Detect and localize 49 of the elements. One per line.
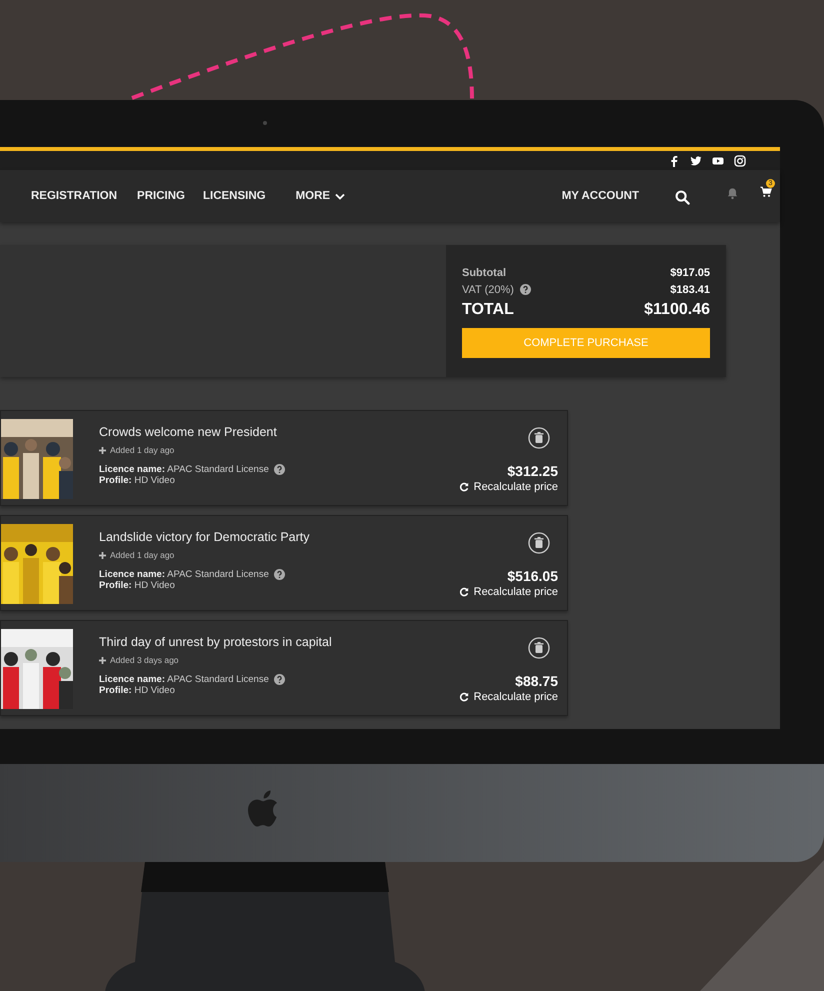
profile-text: Profile: HD Video xyxy=(99,685,176,696)
subtotal-label: Subtotal xyxy=(462,266,506,278)
plus-icon xyxy=(99,446,106,454)
item-price: $516.05 xyxy=(507,568,558,584)
item-title: Third day of unrest by protestors in capital xyxy=(99,635,333,649)
item-title: Landslide victory for Democratic Party xyxy=(99,530,310,544)
recalculate-link[interactable]: Recalculate price xyxy=(458,481,558,493)
item-title: Crowds welcome new President xyxy=(99,425,278,439)
nav-link[interactable]: MORE xyxy=(296,190,346,202)
help-icon[interactable] xyxy=(274,674,285,685)
nav-link[interactable]: PRICING xyxy=(137,190,185,202)
nav-link[interactable]: REGISTRATION xyxy=(31,190,118,202)
refresh-icon xyxy=(458,692,469,702)
profile-text: Profile: HD Video xyxy=(99,475,176,486)
camera-outline-icon xyxy=(734,154,746,166)
total-label: TOTAL xyxy=(462,301,514,319)
subtotal-value: $917.05 xyxy=(670,266,710,278)
cart-icon[interactable] xyxy=(760,186,772,198)
total-value: $1100.46 xyxy=(644,301,710,319)
help-icon[interactable] xyxy=(274,464,285,475)
help-icon[interactable] xyxy=(520,284,531,295)
nav-link[interactable]: LICENSING xyxy=(202,190,266,202)
item-price: $312.25 xyxy=(507,463,558,479)
vat-label: VAT (20%) xyxy=(462,284,514,296)
added-time: Added 3 days ago xyxy=(110,655,179,665)
recalculate-link[interactable]: Recalculate price xyxy=(458,586,558,598)
twitter-icon xyxy=(690,154,702,166)
video-play-icon xyxy=(712,154,724,166)
trash-icon[interactable] xyxy=(528,637,550,659)
camera-icon xyxy=(263,121,267,125)
profile-text: Profile: HD Video xyxy=(99,580,176,591)
item-price: $88.75 xyxy=(515,673,558,689)
licence-name: Licence name: APAC Standard License xyxy=(99,569,269,580)
vat-value: $183.41 xyxy=(670,284,710,296)
added-time: Added 1 day ago xyxy=(110,445,174,455)
plus-icon xyxy=(99,656,106,664)
plus-icon xyxy=(99,552,106,558)
recalculate-link[interactable]: Recalculate price xyxy=(458,691,558,703)
added-time: Added 1 day ago xyxy=(110,550,174,560)
refresh-icon xyxy=(458,587,469,597)
search-icon[interactable] xyxy=(675,190,690,204)
trash-icon[interactable] xyxy=(528,532,550,554)
licence-name: Licence name: APAC Standard License xyxy=(99,674,269,685)
refresh-icon xyxy=(458,482,469,492)
account-link[interactable]: MY ACCOUNT xyxy=(562,190,639,202)
bell-icon[interactable] xyxy=(726,186,739,200)
trash-icon[interactable] xyxy=(528,427,550,449)
help-icon[interactable] xyxy=(274,569,285,580)
licence-name: Licence name: APAC Standard License xyxy=(99,464,269,475)
